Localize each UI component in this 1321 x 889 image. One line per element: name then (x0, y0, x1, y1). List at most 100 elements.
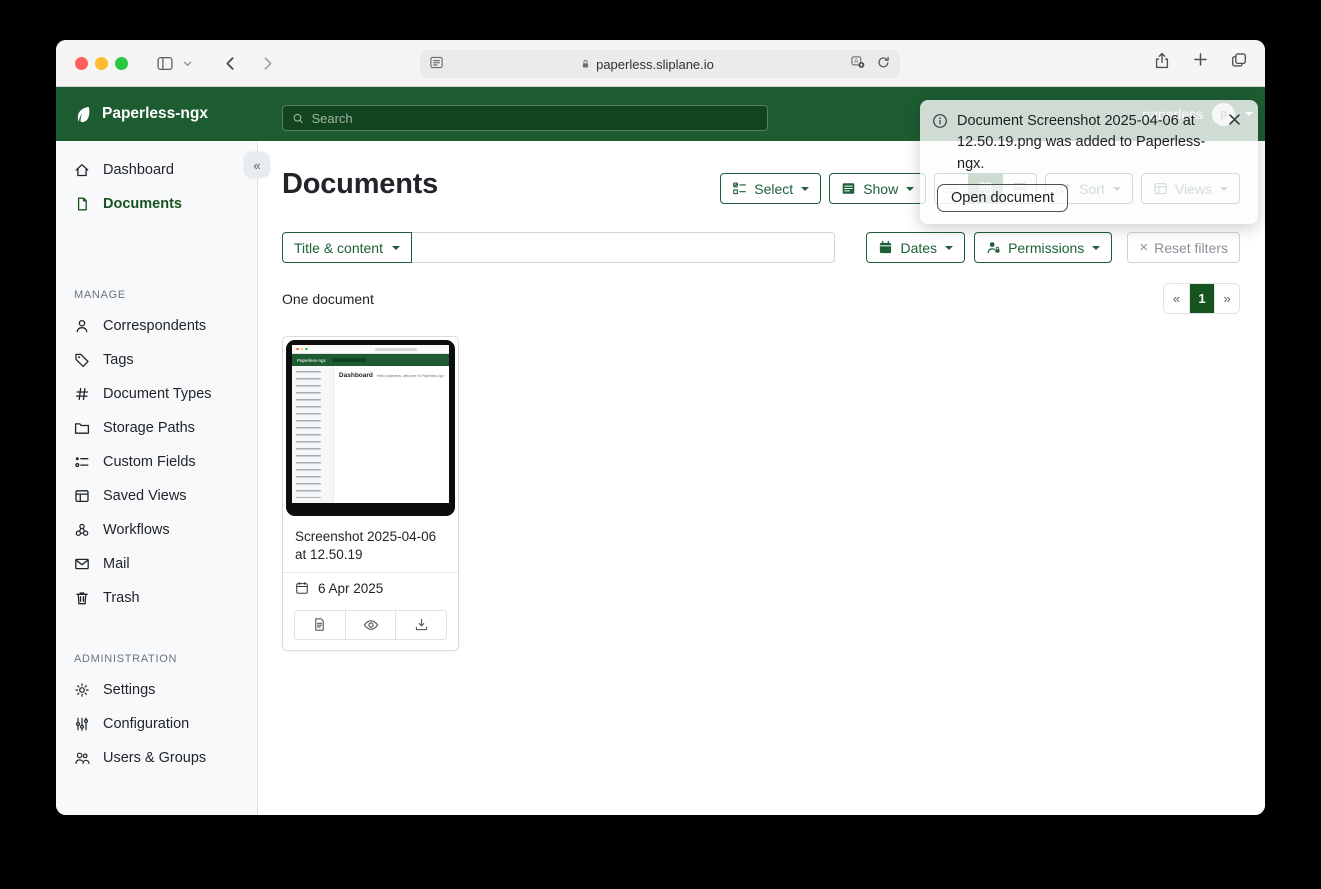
sidebar-item-configuration[interactable]: Configuration (56, 707, 257, 741)
sidebar-item-dashboard[interactable]: Dashboard (56, 153, 257, 187)
filter-field-dropdown[interactable]: Title & content (282, 232, 412, 263)
sidebar-item-label: Saved Views (103, 488, 187, 504)
sliders-icon (74, 716, 90, 732)
document-title-link[interactable]: Screenshot 2025-04-06 at 12.50.19 (283, 519, 458, 572)
calendar-icon (878, 240, 893, 255)
search-input[interactable] (311, 111, 758, 126)
new-tab-icon[interactable] (1192, 51, 1209, 75)
sidebar-item-label: Trash (103, 590, 140, 606)
document-thumbnail[interactable]: Paperless-ngx Dashboard Hello paperless,… (286, 340, 455, 516)
sidebar-item-trash[interactable]: Trash (56, 581, 257, 615)
sidebar-collapse-button[interactable]: « (244, 152, 270, 178)
person-lock-icon (986, 240, 1001, 255)
toast-close-button[interactable] (1224, 109, 1245, 133)
edit-document-button[interactable] (295, 611, 345, 639)
address-bar[interactable]: paperless.sliplane.io A (420, 50, 900, 78)
workflows-icon (74, 522, 90, 538)
person-icon (74, 318, 90, 334)
filter-bar: Title & content Dates Permissions (282, 232, 1240, 263)
app-title: Paperless-ngx (102, 105, 208, 123)
download-document-button[interactable] (395, 611, 446, 639)
close-icon: × (1139, 240, 1148, 255)
sidebar-item-label: Configuration (103, 716, 189, 732)
sidebar-section-administration: ADMINISTRATION (74, 653, 239, 665)
trash-icon (74, 590, 90, 606)
document-count: One document (282, 291, 374, 307)
chevron-down-icon (392, 246, 400, 250)
url-text: paperless.sliplane.io (596, 57, 714, 72)
reload-icon[interactable] (876, 55, 891, 73)
zoom-window-button[interactable] (115, 57, 128, 70)
sidebar-item-users-groups[interactable]: Users & Groups (56, 741, 257, 775)
custom-fields-icon (74, 454, 90, 470)
preview-document-button[interactable] (345, 611, 396, 639)
tab-group-chevron-icon[interactable] (182, 58, 193, 69)
translate-icon[interactable]: A (850, 55, 866, 73)
sidebar-section-manage: MANAGE (74, 289, 239, 301)
info-icon (932, 113, 948, 129)
close-window-button[interactable] (75, 57, 88, 70)
sidebar-item-workflows[interactable]: Workflows (56, 513, 257, 547)
thumbnail-app-header: Paperless-ngx (292, 354, 449, 366)
saved-views-icon (74, 488, 90, 504)
sidebar-item-saved-views[interactable]: Saved Views (56, 479, 257, 513)
sidebar-item-document-types[interactable]: Document Types (56, 377, 257, 411)
reader-mode-icon[interactable] (429, 55, 444, 73)
select-checks-icon (732, 181, 747, 196)
sidebar-item-label: Dashboard (103, 162, 174, 178)
show-dropdown-button[interactable]: Show (829, 173, 926, 204)
reset-filters-button[interactable]: × Reset filters (1127, 232, 1240, 263)
documents-icon (74, 196, 90, 212)
thumbnail-welcome-text: Hello paperless, welcome to Paperless-ng… (377, 374, 444, 378)
gear-icon (74, 682, 90, 698)
thumbnail-sidebar (292, 366, 334, 503)
app-logo[interactable]: Paperless-ngx (73, 105, 208, 124)
title-content-search-input[interactable] (412, 232, 836, 263)
document-date: 6 Apr 2025 (318, 581, 383, 596)
eye-icon (363, 617, 379, 633)
dates-dropdown-button[interactable]: Dates (866, 232, 965, 263)
sidebar-item-settings[interactable]: Settings (56, 673, 257, 707)
sidebar-item-label: Tags (103, 352, 134, 368)
sidebar-item-label: Mail (103, 556, 130, 572)
pagination-prev-button[interactable]: « (1164, 284, 1189, 313)
sidebar: « Dashboard Documents MANAGE Corresponde… (56, 141, 258, 815)
calendar-icon (295, 581, 309, 595)
select-dropdown-button[interactable]: Select (720, 173, 821, 204)
share-icon[interactable] (1153, 51, 1171, 75)
sidebar-item-documents[interactable]: Documents (56, 187, 257, 221)
sidebar-item-correspondents[interactable]: Correspondents (56, 309, 257, 343)
tab-overview-icon[interactable] (1230, 51, 1248, 75)
search-icon (292, 112, 304, 125)
browser-window: paperless.sliplane.io A (56, 40, 1265, 815)
leaf-logo-icon (73, 105, 92, 124)
download-icon (414, 617, 429, 632)
pagination: « 1 » (1163, 283, 1240, 314)
sidebar-toggle-icon[interactable] (155, 55, 175, 72)
sidebar-item-label: Settings (103, 682, 155, 698)
permissions-dropdown-button[interactable]: Permissions (974, 232, 1112, 263)
lock-icon (580, 58, 591, 70)
folder-icon (74, 420, 90, 436)
sidebar-item-label: Correspondents (103, 318, 206, 334)
minimize-window-button[interactable] (95, 57, 108, 70)
back-button[interactable] (222, 55, 239, 72)
forward-button[interactable] (259, 55, 276, 72)
toast-message: Document Screenshot 2025-04-06 at 12.50.… (957, 111, 1219, 175)
sidebar-item-label: Document Types (103, 386, 212, 402)
pagination-next-button[interactable]: » (1214, 284, 1239, 313)
sidebar-item-storage-paths[interactable]: Storage Paths (56, 411, 257, 445)
sidebar-item-tags[interactable]: Tags (56, 343, 257, 377)
sidebar-item-mail[interactable]: Mail (56, 547, 257, 581)
pagination-page-1[interactable]: 1 (1189, 284, 1214, 313)
document-card: Paperless-ngx Dashboard Hello paperless,… (282, 336, 459, 651)
global-search (282, 105, 768, 131)
people-icon (74, 750, 90, 766)
sidebar-item-label: Workflows (103, 522, 170, 538)
open-document-button[interactable]: Open document (937, 184, 1068, 212)
show-fields-icon (841, 181, 856, 196)
chevron-down-icon (801, 187, 809, 191)
window-controls (75, 57, 128, 70)
sidebar-item-custom-fields[interactable]: Custom Fields (56, 445, 257, 479)
svg-text:A: A (854, 58, 859, 65)
